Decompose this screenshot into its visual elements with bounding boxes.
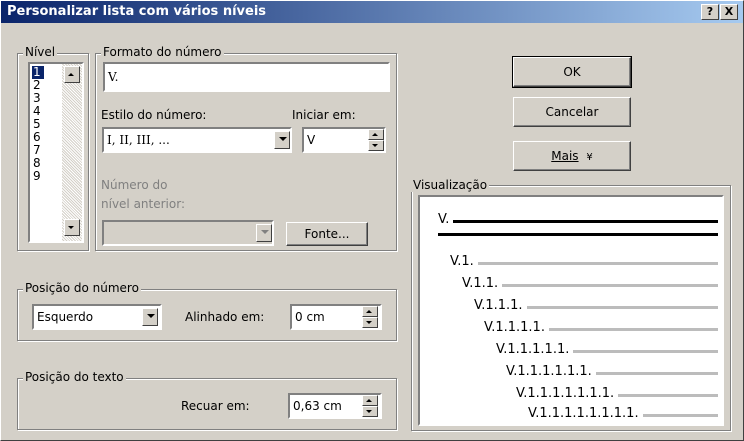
level-legend: Nível [23, 45, 58, 59]
level-list: 1 2 3 4 5 6 7 8 9 [32, 66, 44, 183]
number-format-group: Formato do número V. Estilo do número: I… [95, 45, 397, 251]
preview-row-label: V. [438, 212, 450, 227]
preview-row-label: V.1.1.1.1.1.1.1.1. [528, 406, 639, 421]
spin-down-icon [366, 410, 372, 413]
alignment-select[interactable]: Esquerdo [32, 304, 162, 330]
number-position-legend: Posição do número [23, 281, 141, 295]
cancel-button[interactable]: Cancelar [513, 97, 631, 127]
number-style-select[interactable]: I, II, III, ... [102, 127, 292, 153]
scroll-down-button[interactable] [64, 219, 80, 236]
alignment-dropdown-button[interactable] [142, 308, 158, 326]
preview-pane: V. V.1. V.1.1. V.1.1.1. V.1.1.1.1. V.1.1.1.1.… [418, 195, 724, 426]
scroll-down-icon [68, 226, 74, 229]
close-button[interactable]: X [720, 4, 738, 20]
level-listbox[interactable]: 1 2 3 4 5 6 7 8 9 [28, 62, 84, 243]
scroll-up-icon [68, 73, 74, 76]
level-item[interactable]: 9 [32, 170, 44, 183]
preview-line [618, 394, 718, 397]
indent-value: 0,63 cm [293, 399, 342, 413]
preview-line [595, 372, 718, 375]
text-position-legend: Posição do texto [23, 370, 126, 384]
title-bar[interactable]: Personalizar lista com vários níveis ? X [1, 1, 743, 23]
start-at-label: Iniciar em: [292, 108, 356, 122]
number-format-legend: Formato do número [101, 45, 224, 59]
aligned-at-label: Alinhado em: [185, 310, 265, 324]
preview-legend: Visualização [411, 178, 490, 192]
start-at-value: V [307, 133, 316, 147]
spin-down-icon [366, 321, 372, 324]
preview-row-label: V.1.1. [462, 276, 499, 291]
number-style-dropdown-button[interactable] [274, 131, 290, 149]
chevron-down-icon [261, 230, 269, 234]
preview-row-label: V.1.1.1.1.1.1. [506, 364, 592, 379]
number-format-input[interactable]: V. [103, 62, 390, 92]
number-style-value: I, II, III, ... [107, 133, 170, 147]
level-group: Nível 1 2 3 4 5 6 7 8 9 [17, 45, 89, 251]
chevron-down-icon [279, 137, 287, 141]
font-button[interactable]: Fonte... [286, 222, 368, 246]
dialog-title: Personalizar lista com vários níveis [7, 4, 267, 19]
preview-row-label: V.1.1.1.1.1.1.1. [516, 386, 615, 401]
preview-row-label: V.1.1.1. [474, 298, 523, 313]
preview-line [526, 306, 718, 309]
spin-up-icon [366, 399, 372, 402]
aligned-at-spinner[interactable]: 0 cm [290, 304, 382, 330]
number-style-label: Estilo do número: [101, 108, 207, 122]
preview-row-label: V.1. [450, 254, 474, 269]
indent-label: Recuar em: [181, 399, 250, 413]
preview-line [502, 284, 718, 287]
indent-spinner[interactable]: 0,63 cm [288, 393, 382, 419]
number-position-group: Posição do número Esquerdo Alinhado em: … [17, 281, 397, 341]
preview-line [573, 350, 718, 353]
scroll-up-button[interactable] [64, 66, 80, 83]
aligned-at-value: 0 cm [295, 310, 325, 324]
more-button-label: Mais [551, 149, 579, 163]
preview-line [453, 220, 718, 223]
start-at-spinner[interactable]: V [302, 127, 386, 153]
spin-down-button[interactable] [368, 140, 384, 151]
spin-down-icon [372, 144, 378, 147]
preview-row-label: V.1.1.1.1. [484, 320, 545, 335]
help-button[interactable]: ? [701, 4, 719, 20]
preview-line [642, 414, 718, 417]
spin-up-button[interactable] [362, 306, 378, 317]
spin-up-button[interactable] [368, 129, 384, 140]
more-button[interactable]: Mais ¥ [513, 141, 631, 171]
spin-down-button[interactable] [362, 317, 378, 328]
preview-line [548, 328, 718, 331]
number-format-value: V. [108, 70, 119, 84]
level-scrollbar[interactable] [62, 64, 82, 241]
preview-group: Visualização V. V.1. V.1.1. V.1.1.1. V.1.1.1… [411, 178, 731, 431]
alignment-value: Esquerdo [37, 310, 94, 324]
dialog-window: Personalizar lista com vários níveis ? X… [0, 0, 744, 441]
prev-level-select [102, 220, 274, 246]
more-arrow-icon: ¥ [586, 152, 593, 163]
prev-level-dropdown-button [256, 224, 272, 242]
spin-up-button[interactable] [362, 395, 378, 406]
spin-up-icon [372, 133, 378, 136]
prev-level-label-2: nível anterior: [101, 197, 185, 211]
prev-level-label-1: Número do [101, 178, 168, 192]
chevron-down-icon [147, 314, 155, 318]
spin-down-button[interactable] [362, 406, 378, 417]
preview-line [477, 262, 718, 265]
spin-up-icon [366, 310, 372, 313]
text-position-group: Posição do texto Recuar em: 0,63 cm [17, 370, 397, 430]
ok-button[interactable]: OK [512, 56, 632, 88]
preview-line [438, 233, 718, 236]
preview-row-label: V.1.1.1.1.1. [496, 342, 570, 357]
